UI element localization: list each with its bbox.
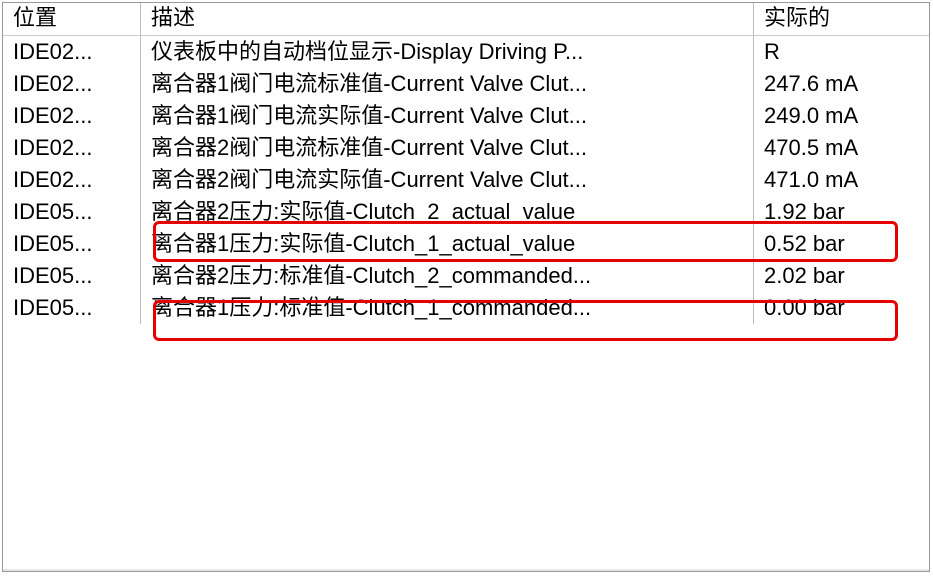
data-table: 位置 描述 实际的 IDE02... 仪表板中的自动档位显示-Display D… — [3, 3, 929, 324]
cell-value: 471.0 mA — [754, 164, 929, 196]
data-panel: 位置 描述 实际的 IDE02... 仪表板中的自动档位显示-Display D… — [2, 2, 930, 572]
cell-description: 仪表板中的自动档位显示-Display Driving P... — [141, 36, 753, 68]
cell-value: 249.0 mA — [754, 100, 929, 132]
cell-position: IDE02... — [3, 68, 141, 100]
cell-position: IDE05... — [3, 292, 141, 324]
cell-position: IDE05... — [3, 260, 141, 292]
cell-value: 1.92 bar — [754, 196, 929, 228]
cell-position: IDE05... — [3, 196, 141, 228]
header-position[interactable]: 位置 — [3, 3, 141, 36]
cell-position: IDE02... — [3, 164, 141, 196]
header-description[interactable]: 描述 — [141, 3, 753, 36]
cell-value: 0.00 bar — [754, 292, 929, 324]
cell-description: 离合器2阀门电流标准值-Current Valve Clut... — [141, 132, 753, 164]
cell-value: 247.6 mA — [754, 68, 929, 100]
cell-description: 离合器1压力:标准值-Clutch_1_commanded... — [141, 292, 753, 324]
cell-value: 0.52 bar — [754, 228, 929, 260]
cell-position: IDE02... — [3, 36, 141, 68]
cell-position: IDE02... — [3, 100, 141, 132]
cell-description: 离合器2压力:实际值-Clutch_2_actual_value — [141, 196, 753, 228]
cell-position: IDE05... — [3, 228, 141, 260]
cell-description: 离合器2压力:标准值-Clutch_2_commanded... — [141, 260, 753, 292]
cell-value: 2.02 bar — [754, 260, 929, 292]
cell-description: 离合器1阀门电流标准值-Current Valve Clut... — [141, 68, 753, 100]
cell-value: 470.5 mA — [754, 132, 929, 164]
cell-description: 离合器2阀门电流实际值-Current Valve Clut... — [141, 164, 753, 196]
cell-description: 离合器1压力:实际值-Clutch_1_actual_value — [141, 228, 753, 260]
cell-description: 离合器1阀门电流实际值-Current Valve Clut... — [141, 100, 753, 132]
header-actual[interactable]: 实际的 — [754, 3, 929, 36]
cell-value: R — [754, 36, 929, 68]
cell-position: IDE02... — [3, 132, 141, 164]
